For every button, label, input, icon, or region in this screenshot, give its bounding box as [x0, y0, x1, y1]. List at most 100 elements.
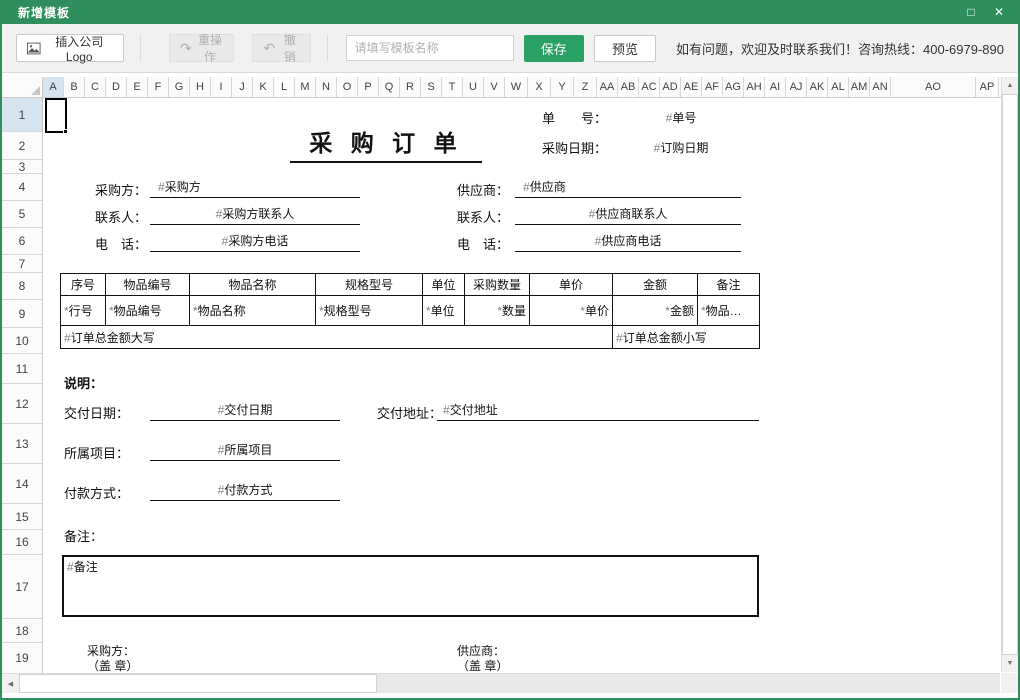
buyer-contact-placeholder[interactable]: #采购方联系人: [150, 205, 360, 225]
items-header-cell[interactable]: 物品编号: [106, 274, 190, 296]
column-header-i[interactable]: I: [211, 77, 232, 97]
column-header-k[interactable]: K: [253, 77, 274, 97]
column-header-z[interactable]: Z: [574, 77, 597, 97]
items-header-cell[interactable]: 物品名称: [190, 274, 316, 296]
items-header-cell[interactable]: 采购数量: [465, 274, 530, 296]
maximize-icon[interactable]: □: [960, 2, 982, 22]
row-header-11[interactable]: 11: [2, 354, 42, 384]
column-header-ap[interactable]: AP: [976, 77, 999, 97]
items-field-cell[interactable]: *物品…: [698, 296, 760, 326]
vertical-scrollbar[interactable]: ▲ ▼: [1001, 77, 1018, 672]
column-header-al[interactable]: AL: [828, 77, 849, 97]
row-header-19[interactable]: 19: [2, 643, 42, 674]
items-header-cell[interactable]: 金额: [613, 274, 698, 296]
order-no-placeholder[interactable]: #单号: [625, 109, 737, 126]
column-header-ai[interactable]: AI: [765, 77, 786, 97]
column-header-ag[interactable]: AG: [723, 77, 744, 97]
row-header-9[interactable]: 9: [2, 300, 42, 328]
row-header-3[interactable]: 3: [2, 160, 42, 174]
column-header-u[interactable]: U: [463, 77, 484, 97]
row-header-6[interactable]: 6: [2, 228, 42, 255]
column-header-h[interactable]: H: [190, 77, 211, 97]
items-field-cell[interactable]: *数量: [465, 296, 530, 326]
supplier-contact-placeholder[interactable]: #供应商联系人: [515, 205, 741, 225]
row-header-8[interactable]: 8: [2, 273, 42, 300]
template-name-input[interactable]: [346, 35, 514, 61]
select-all-corner[interactable]: [2, 77, 43, 97]
order-date-placeholder[interactable]: #订购日期: [625, 139, 737, 156]
column-header-j[interactable]: J: [232, 77, 253, 97]
payment-placeholder[interactable]: #付款方式: [150, 481, 340, 501]
column-header-c[interactable]: C: [85, 77, 106, 97]
preview-button[interactable]: 预览: [594, 35, 656, 62]
insert-logo-button[interactable]: 插入公司Logo: [16, 34, 124, 62]
column-header-d[interactable]: D: [106, 77, 127, 97]
column-header-ak[interactable]: AK: [807, 77, 828, 97]
save-button[interactable]: 保存: [524, 35, 584, 62]
project-placeholder[interactable]: #所属项目: [150, 441, 340, 461]
close-icon[interactable]: ✕: [988, 2, 1010, 22]
row-header-15[interactable]: 15: [2, 504, 42, 530]
row-header-13[interactable]: 13: [2, 424, 42, 464]
items-header-cell[interactable]: 序号: [61, 274, 106, 296]
supplier-phone-placeholder[interactable]: #供应商电话: [515, 232, 741, 252]
column-header-ab[interactable]: AB: [618, 77, 639, 97]
buyer-placeholder[interactable]: #采购方: [150, 178, 360, 198]
items-field-cell[interactable]: *规格型号: [316, 296, 423, 326]
buyer-phone-placeholder[interactable]: #采购方电话: [150, 232, 360, 252]
row-header-4[interactable]: 4: [2, 174, 42, 201]
remark-placeholder[interactable]: #备注: [67, 560, 98, 574]
column-header-af[interactable]: AF: [702, 77, 723, 97]
items-field-cell[interactable]: *金额: [613, 296, 698, 326]
column-header-f[interactable]: F: [148, 77, 169, 97]
items-field-cell[interactable]: *行号: [61, 296, 106, 326]
scroll-left-icon[interactable]: ◀: [2, 674, 19, 693]
column-header-ah[interactable]: AH: [744, 77, 765, 97]
row-header-7[interactable]: 7: [2, 255, 42, 273]
column-header-y[interactable]: Y: [551, 77, 574, 97]
column-header-r[interactable]: R: [400, 77, 421, 97]
row-header-2[interactable]: 2: [2, 132, 42, 160]
column-header-g[interactable]: G: [169, 77, 190, 97]
scroll-down-icon[interactable]: ▼: [1002, 655, 1018, 672]
items-header-cell[interactable]: 单位: [423, 274, 465, 296]
remark-box[interactable]: #备注: [62, 555, 759, 617]
total-amount-figures-cell[interactable]: #订单总金额小写: [613, 326, 760, 349]
items-header-cell[interactable]: 规格型号: [316, 274, 423, 296]
column-header-ao[interactable]: AO: [891, 77, 976, 97]
column-header-o[interactable]: O: [337, 77, 358, 97]
column-header-q[interactable]: Q: [379, 77, 400, 97]
row-header-14[interactable]: 14: [2, 464, 42, 504]
column-header-ad[interactable]: AD: [660, 77, 681, 97]
supplier-placeholder[interactable]: #供应商: [515, 178, 741, 198]
column-header-aj[interactable]: AJ: [786, 77, 807, 97]
row-header-17[interactable]: 17: [2, 555, 42, 619]
total-amount-words-cell[interactable]: #订单总金额大写: [61, 326, 613, 349]
column-header-aa[interactable]: AA: [597, 77, 618, 97]
column-header-n[interactable]: N: [316, 77, 337, 97]
items-header-cell[interactable]: 备注: [698, 274, 760, 296]
undo-button[interactable]: ↶ 撤销: [252, 34, 310, 62]
column-header-s[interactable]: S: [421, 77, 442, 97]
column-header-a[interactable]: A: [43, 77, 64, 97]
row-header-5[interactable]: 5: [2, 201, 42, 228]
column-header-ae[interactable]: AE: [681, 77, 702, 97]
delivery-date-placeholder[interactable]: #交付日期: [150, 401, 340, 421]
items-field-cell[interactable]: *单位: [423, 296, 465, 326]
row-header-16[interactable]: 16: [2, 530, 42, 555]
items-header-cell[interactable]: 单价: [530, 274, 613, 296]
fill-handle[interactable]: [63, 129, 68, 134]
column-header-b[interactable]: B: [64, 77, 85, 97]
column-header-v[interactable]: V: [484, 77, 505, 97]
column-header-an[interactable]: AN: [870, 77, 891, 97]
delivery-address-placeholder[interactable]: #交付地址: [437, 401, 759, 421]
row-header-1[interactable]: 1: [2, 98, 42, 132]
selected-cell-a1[interactable]: [45, 98, 67, 133]
row-header-12[interactable]: 12: [2, 384, 42, 424]
items-field-cell[interactable]: *单价: [530, 296, 613, 326]
sheet-canvas[interactable]: 单 号： #单号 采 购 订 单 采购日期： #订购日期 采购方： #采购方 供…: [44, 98, 1000, 674]
vertical-scroll-thumb[interactable]: [1002, 94, 1018, 655]
column-header-x[interactable]: X: [528, 77, 551, 97]
horizontal-scrollbar[interactable]: ◀: [2, 673, 1000, 693]
column-header-p[interactable]: P: [358, 77, 379, 97]
